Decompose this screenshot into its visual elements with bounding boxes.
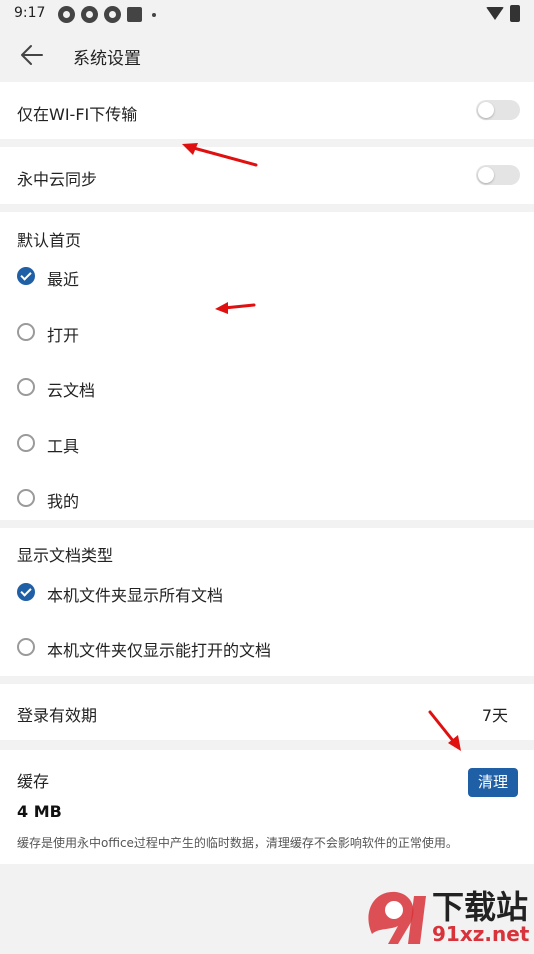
- more-notifications-dot-icon: [152, 12, 156, 17]
- app-bar: 系统设置: [0, 28, 534, 82]
- login-validity-label: 登录有效期: [17, 706, 98, 725]
- cache-section: 缓存 清理 4 MB 缓存是使用永中office过程中产生的临时数据，清理缓存不…: [0, 750, 534, 864]
- annotation-arrow-icon: [215, 302, 256, 314]
- radio-label: 本机文件夹显示所有文档: [47, 586, 224, 605]
- default-home-option-open[interactable]: 打开: [0, 305, 534, 361]
- login-validity-value: 7天: [481, 706, 508, 725]
- notification-icon: [104, 6, 121, 23]
- notification-square-icon: [127, 7, 142, 22]
- radio-unchecked-icon[interactable]: [17, 378, 35, 396]
- wifi-only-label: 仅在WI-FI下传输: [17, 105, 138, 124]
- radio-label: 本机文件夹仅显示能打开的文档: [47, 641, 272, 660]
- wifi-only-switch[interactable]: [476, 100, 520, 120]
- notification-icon: [81, 6, 98, 23]
- cloud-sync-row[interactable]: 永中云同步: [0, 147, 534, 204]
- notification-icons: [58, 6, 156, 23]
- default-home-option-cloud-docs[interactable]: 云文档: [0, 360, 534, 416]
- page-title: 系统设置: [73, 49, 141, 69]
- switch-knob: [478, 167, 494, 183]
- radio-unchecked-icon[interactable]: [17, 323, 35, 341]
- cache-size: 4 MB: [17, 802, 62, 821]
- annotation-arrow-icon: [182, 143, 258, 167]
- cache-title: 缓存: [17, 772, 50, 791]
- default-home-option-tools[interactable]: 工具: [0, 416, 534, 472]
- wifi-icon: [486, 7, 504, 20]
- radio-label: 打开: [47, 326, 80, 345]
- back-arrow-icon[interactable]: [18, 41, 46, 69]
- radio-unchecked-icon[interactable]: [17, 434, 35, 452]
- system-icons: [486, 5, 520, 22]
- radio-label: 我的: [47, 492, 80, 511]
- doc-types-title: 显示文档类型: [17, 546, 114, 565]
- notification-icon: [58, 6, 75, 23]
- radio-checked-icon[interactable]: [17, 267, 35, 285]
- default-home-option-mine[interactable]: 我的: [0, 471, 534, 527]
- radio-label: 工具: [47, 437, 80, 456]
- cache-description: 缓存是使用永中office过程中产生的临时数据，清理缓存不会影响软件的正常使用。: [17, 836, 458, 850]
- doc-types-option-openable[interactable]: 本机文件夹仅显示能打开的文档: [0, 620, 534, 676]
- doc-types-option-all[interactable]: 本机文件夹显示所有文档: [0, 565, 534, 621]
- default-home-section: 默认首页 最近 打开 云文档 工具 我的: [0, 212, 534, 520]
- watermark-url: 91xz.net: [432, 922, 530, 946]
- watermark-logo: 下载站 91xz.net: [362, 882, 534, 950]
- default-home-title: 默认首页: [17, 231, 82, 250]
- radio-unchecked-icon[interactable]: [17, 638, 35, 656]
- switch-knob: [478, 102, 494, 118]
- status-time: 9:17: [14, 5, 46, 21]
- radio-label: 最近: [47, 270, 80, 289]
- doc-types-section: 显示文档类型 本机文件夹显示所有文档 本机文件夹仅显示能打开的文档: [0, 528, 534, 676]
- default-home-option-recent[interactable]: 最近: [0, 249, 534, 305]
- wifi-only-row[interactable]: 仅在WI-FI下传输: [0, 82, 534, 139]
- annotation-arrow-icon: [428, 710, 461, 751]
- cloud-sync-switch[interactable]: [476, 165, 520, 185]
- radio-checked-icon[interactable]: [17, 583, 35, 601]
- radio-label: 云文档: [47, 381, 96, 400]
- clear-cache-button[interactable]: 清理: [468, 768, 518, 797]
- radio-unchecked-icon[interactable]: [17, 489, 35, 507]
- status-bar: 9:17: [0, 0, 534, 28]
- battery-icon: [510, 5, 520, 22]
- cloud-sync-label: 永中云同步: [17, 170, 98, 189]
